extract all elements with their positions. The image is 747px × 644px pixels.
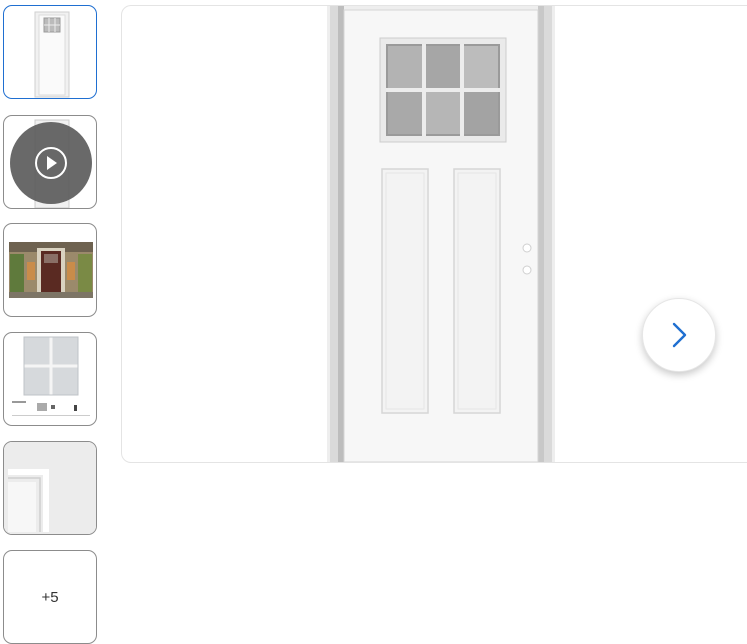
thumbnail-2-video[interactable] <box>3 115 97 209</box>
chevron-right-icon <box>672 322 687 348</box>
thumbnail-5[interactable] <box>3 441 97 535</box>
play-icon <box>35 147 67 179</box>
thumbnail-3[interactable] <box>3 223 97 317</box>
thumbnail-1[interactable] <box>3 5 97 99</box>
next-image-button[interactable] <box>642 298 716 372</box>
door-product-image <box>327 6 555 462</box>
more-images-button[interactable]: +5 <box>3 550 97 644</box>
door-front-thumbnail <box>34 11 70 98</box>
spec-sheet-thumbnail <box>12 336 90 416</box>
door-installed-thumbnail <box>9 242 93 298</box>
door-corner-detail-thumbnail <box>4 442 96 534</box>
main-product-image[interactable] <box>121 5 747 463</box>
more-images-label: +5 <box>41 588 59 606</box>
thumbnail-4[interactable] <box>3 332 97 426</box>
